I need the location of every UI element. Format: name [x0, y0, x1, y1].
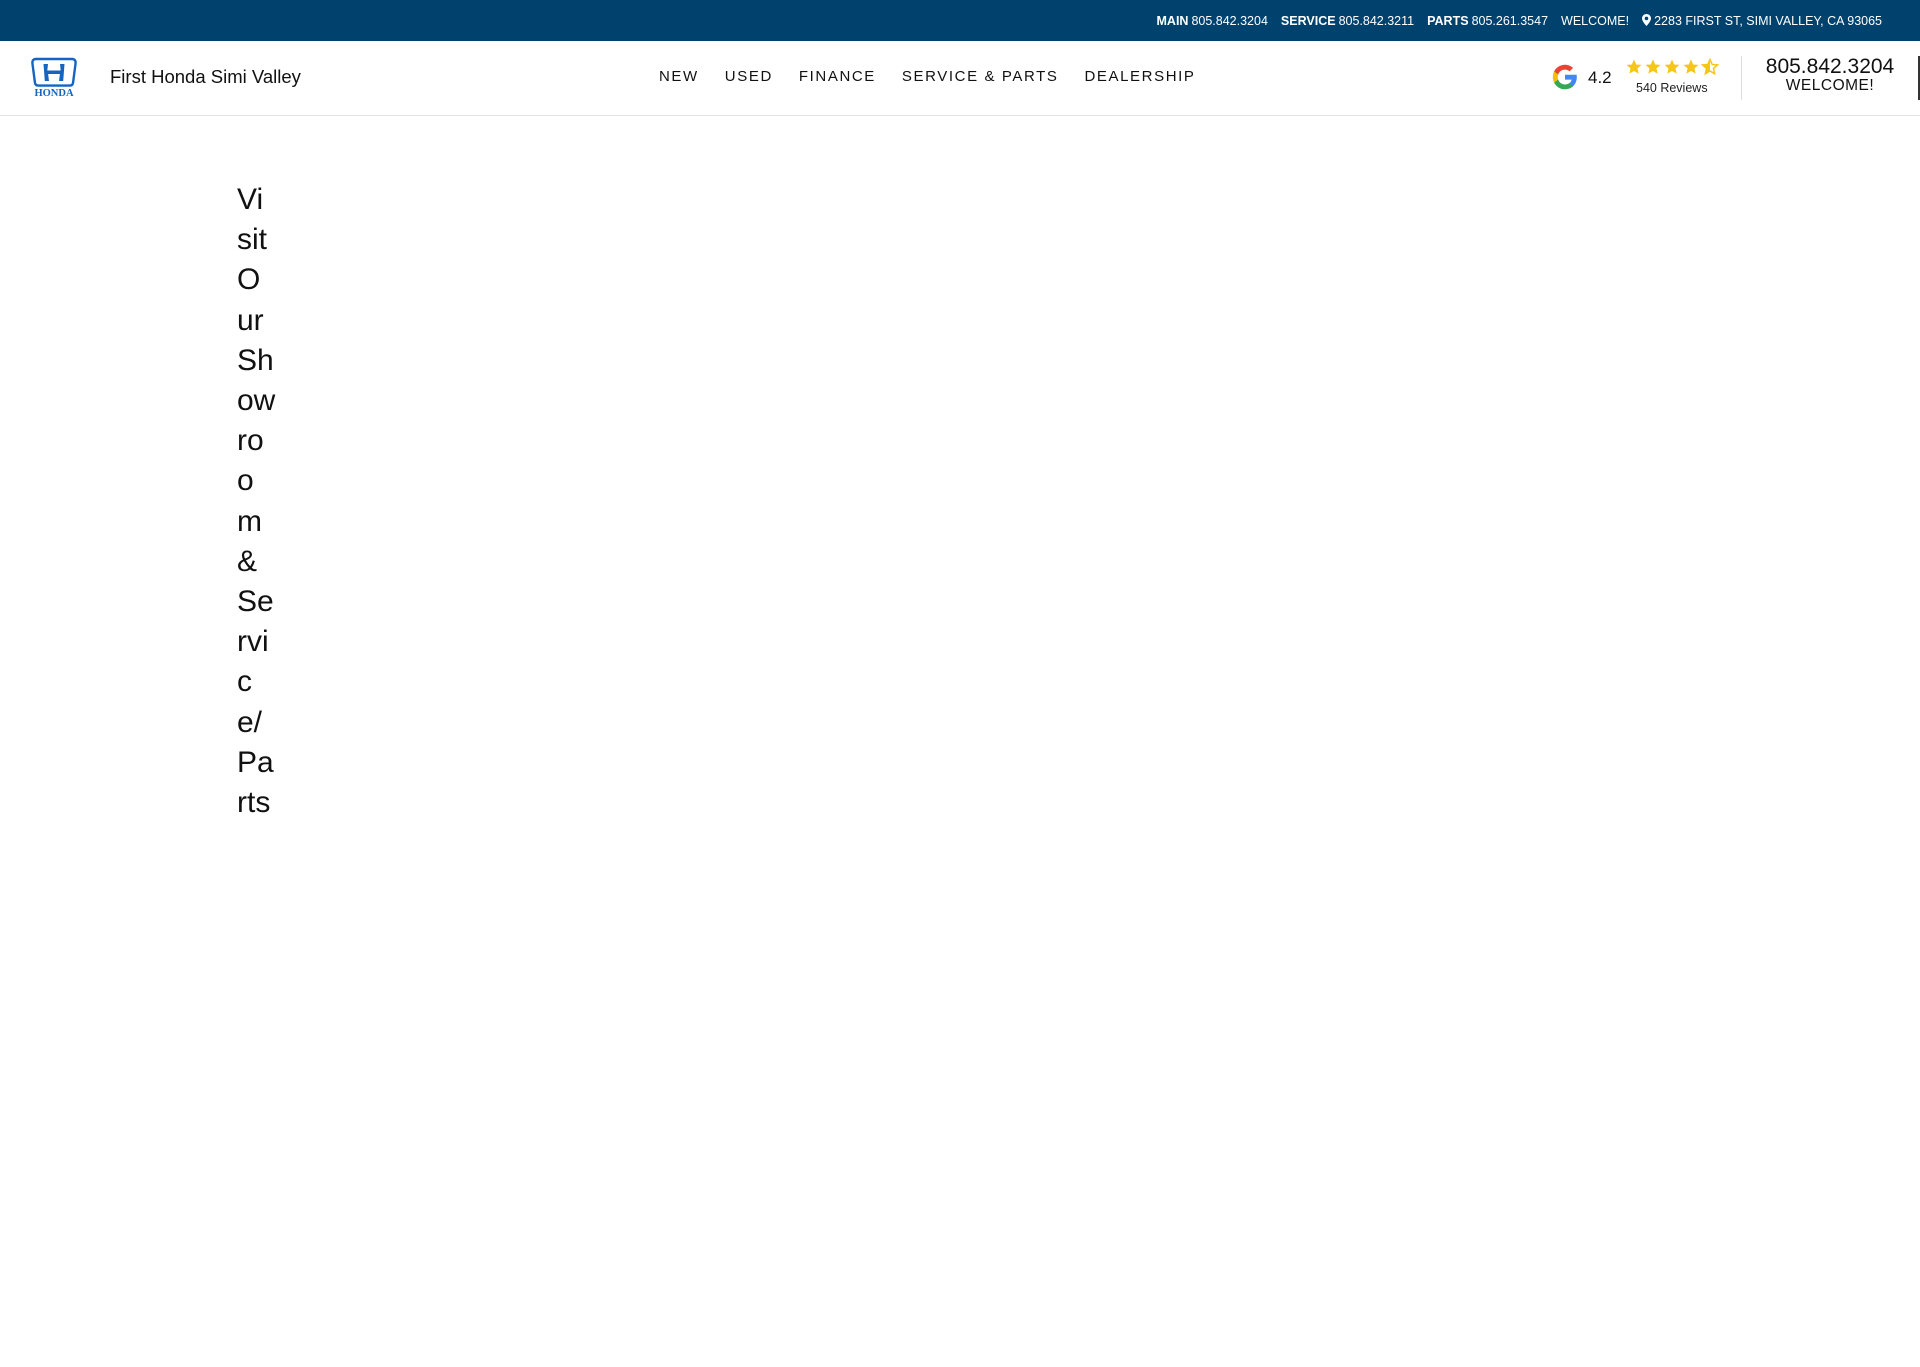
nav-item-dealership[interactable]: DEALERSHIP	[1084, 68, 1195, 85]
header-phone[interactable]: 805.842.3204	[1760, 56, 1900, 78]
reviews-count: 540 Reviews	[1636, 81, 1708, 95]
header-divider	[1741, 56, 1742, 100]
star-icon	[1664, 59, 1680, 74]
google-icon	[1552, 64, 1577, 90]
service-phone-link[interactable]: SERVICE 805.842.3211	[1281, 14, 1414, 28]
star-icon	[1645, 59, 1661, 74]
main-phone-link[interactable]: MAIN 805.842.3204	[1157, 14, 1268, 28]
nav-item-finance[interactable]: FINANCE	[799, 68, 876, 85]
top-info-links: MAIN 805.842.3204 SERVICE 805.842.3211 PAR…	[1157, 0, 1882, 41]
svg-text:HONDA: HONDA	[34, 88, 74, 97]
nav-item-new[interactable]: NEW	[659, 68, 699, 85]
honda-logo[interactable]: HONDA	[23, 57, 85, 97]
star-icon	[1683, 59, 1699, 74]
main-nav: NEW USED FINANCE SERVICE & PARTS DEALERS…	[659, 68, 1196, 85]
address-link[interactable]: 2283 FIRST ST, SIMI VALLEY, CA 93065	[1642, 13, 1882, 28]
header-contact[interactable]: 805.842.3204 WELCOME!	[1760, 56, 1900, 94]
half-star-icon	[1701, 58, 1719, 76]
map-pin-icon	[1642, 13, 1652, 26]
nav-item-used[interactable]: USED	[725, 68, 773, 85]
star-icon	[1626, 59, 1642, 74]
dealer-name-link[interactable]: First Honda Simi Valley	[110, 66, 301, 88]
page-heading: VisitOurShowroom&Service/Parts	[237, 183, 276, 820]
star-rating	[1625, 58, 1719, 76]
rating-score: 4.2	[1588, 68, 1612, 87]
parts-phone-link[interactable]: PARTS 805.261.3547	[1427, 14, 1548, 28]
top-info-bar: MAIN 805.842.3204 SERVICE 805.842.3211 PAR…	[0, 0, 1920, 41]
main-header: HONDA First Honda Simi Valley NEW USED F…	[0, 41, 1920, 116]
header-welcome: WELCOME!	[1785, 77, 1875, 94]
nav-item-service-parts[interactable]: SERVICE & PARTS	[902, 68, 1059, 85]
top-welcome-text: WELCOME!	[1561, 13, 1630, 28]
google-rating-widget[interactable]: 4.2 540 Reviews	[1550, 58, 1730, 102]
